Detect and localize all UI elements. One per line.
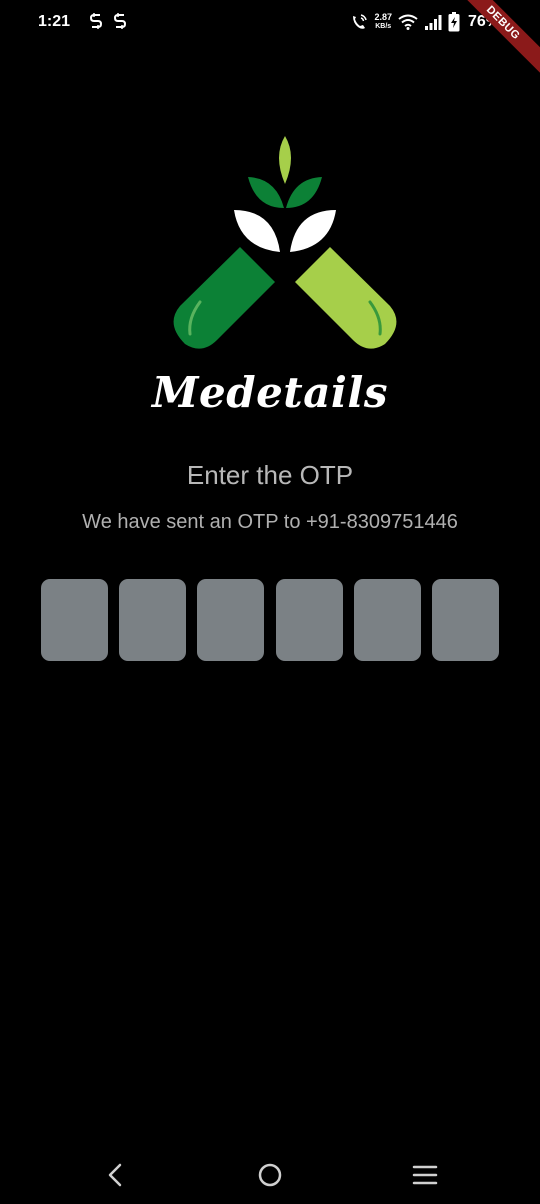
sync-s-icon bbox=[89, 13, 103, 29]
otp-digit-3[interactable] bbox=[197, 579, 265, 661]
signal-icon bbox=[424, 15, 442, 30]
net-speed: 2.87 KB/s bbox=[374, 13, 392, 31]
otp-digit-5[interactable] bbox=[353, 579, 421, 661]
battery-charging-icon bbox=[448, 12, 460, 32]
status-time: 1:21 bbox=[38, 13, 71, 30]
left-green-leaf bbox=[248, 177, 284, 208]
net-speed-value: 2.87 bbox=[374, 12, 392, 22]
medicine-capsule-leaves-logo bbox=[173, 136, 397, 349]
status-right-group: 2.87 KB/s 76% bbox=[350, 10, 500, 34]
otp-input-group bbox=[41, 579, 499, 661]
back-icon bbox=[108, 1163, 122, 1187]
net-speed-unit: KB/s bbox=[375, 23, 392, 30]
app-name: Medetails bbox=[152, 368, 388, 417]
recents-icon bbox=[412, 1165, 438, 1185]
otp-digit-6[interactable] bbox=[431, 579, 499, 661]
right-white-leaf bbox=[290, 210, 336, 252]
otp-digit-4[interactable] bbox=[275, 579, 343, 661]
otp-digit-2[interactable] bbox=[119, 579, 187, 661]
home-button[interactable] bbox=[253, 1160, 287, 1190]
right-capsule bbox=[295, 247, 397, 349]
system-nav-bar bbox=[0, 1146, 540, 1204]
back-button[interactable] bbox=[98, 1160, 132, 1190]
home-icon bbox=[258, 1163, 282, 1187]
recents-button[interactable] bbox=[408, 1160, 442, 1190]
otp-subtitle: We have sent an OTP to +91-8309751446 bbox=[82, 511, 458, 533]
left-capsule bbox=[173, 247, 275, 349]
sync-s-icon bbox=[113, 13, 127, 29]
otp-title: Enter the OTP bbox=[186, 460, 354, 490]
top-leaf bbox=[279, 136, 291, 184]
otp-digit-1[interactable] bbox=[41, 579, 108, 661]
right-green-leaf bbox=[286, 177, 322, 208]
left-white-leaf bbox=[234, 210, 280, 252]
status-bar: 1:21 2.87 KB/s 76% bbox=[0, 0, 540, 46]
wifi-icon bbox=[398, 14, 418, 30]
wifi-calling-icon bbox=[353, 14, 368, 29]
